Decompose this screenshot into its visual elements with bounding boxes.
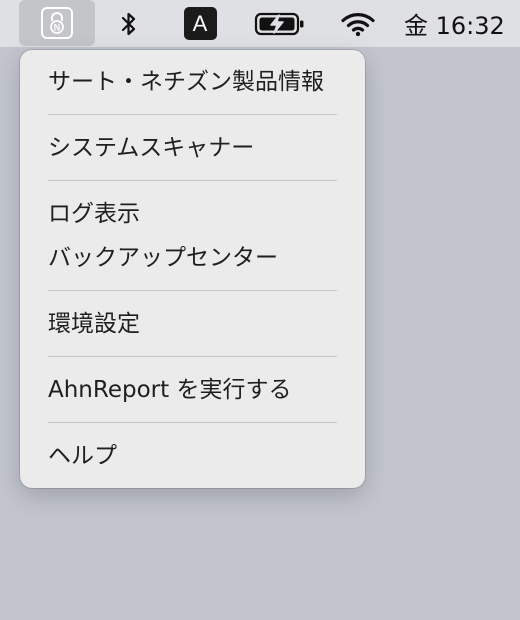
battery-charging-icon xyxy=(254,12,304,35)
menu-separator xyxy=(48,422,337,423)
wifi-icon xyxy=(341,12,375,36)
menu-separator xyxy=(48,180,337,181)
menu-item-product-info[interactable]: サート・ネチズン製品情報 xyxy=(48,62,348,102)
status-item-app[interactable]: N xyxy=(19,0,95,46)
wifi-status-item[interactable] xyxy=(338,0,378,47)
status-dropdown-menu: サート・ネチズン製品情報 システムスキャナー ログ表示 バックアップセンター 環… xyxy=(20,50,365,488)
bluetooth-status-item[interactable] xyxy=(112,0,146,47)
menu-separator xyxy=(48,290,337,291)
menu-item-log-view[interactable]: ログ表示 xyxy=(48,194,348,234)
menu-item-preferences[interactable]: 環境設定 xyxy=(48,304,348,344)
battery-status-item[interactable] xyxy=(252,0,308,47)
bluetooth-icon xyxy=(121,12,136,35)
input-source-label: A xyxy=(183,7,217,40)
input-source-status-item[interactable]: A xyxy=(183,0,217,47)
ahnlab-shield-lock-icon: N xyxy=(41,7,73,39)
menu-separator xyxy=(48,356,337,357)
menu-bar-clock[interactable]: 金 16:32 xyxy=(404,0,512,47)
menu-separator xyxy=(48,114,337,115)
menu-item-help[interactable]: ヘルプ xyxy=(48,436,348,476)
menu-bar: N A 金 16:32 xyxy=(0,0,520,47)
svg-text:N: N xyxy=(54,23,61,33)
menu-item-backup-center[interactable]: バックアップセンター xyxy=(48,238,348,278)
menu-item-system-scanner[interactable]: システムスキャナー xyxy=(48,128,348,168)
menu-item-run-ahnreport[interactable]: AhnReport を実行する xyxy=(48,370,348,410)
